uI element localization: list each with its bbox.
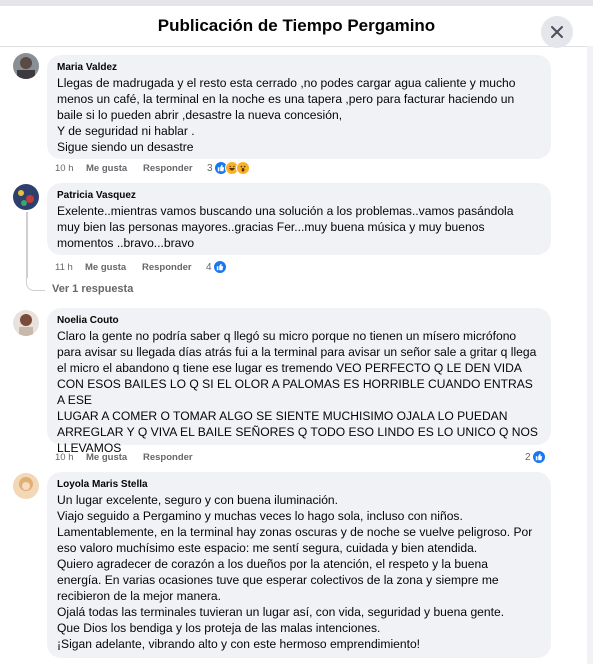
reactions-summary[interactable]: 4 — [206, 260, 227, 274]
avatar-image — [13, 184, 39, 210]
reactions-summary[interactable]: 3 — [207, 161, 250, 175]
reactions-count: 3 — [207, 162, 213, 174]
comment-time[interactable]: 11 h — [55, 261, 73, 275]
thread-line — [26, 212, 28, 278]
comment-author[interactable]: Patricia Vasquez — [57, 189, 541, 203]
wow-icon — [235, 161, 250, 175]
comment-time[interactable]: 10 h — [55, 451, 74, 465]
comment-bubble: Maria Valdez Llegas de madrugada y el re… — [47, 55, 551, 159]
view-replies-link[interactable]: Ver 1 respuesta — [52, 283, 133, 295]
comment-time[interactable]: 10 h — [55, 162, 74, 176]
like-button[interactable]: Me gusta — [85, 261, 126, 275]
comment-text: Llegas de madrugada y el resto esta cerr… — [57, 76, 516, 154]
reply-button[interactable]: Responder — [142, 261, 192, 275]
like-button[interactable]: Me gusta — [86, 451, 127, 465]
reactions-count: 4 — [206, 261, 212, 273]
comment-bubble: Noelia Couto Claro la gente no podría sa… — [47, 308, 551, 455]
scrollbar[interactable] — [587, 46, 593, 664]
avatar-image — [13, 53, 39, 79]
comment-author[interactable]: Noelia Couto — [57, 314, 541, 328]
avatar[interactable] — [13, 184, 39, 210]
avatar[interactable] — [13, 310, 39, 336]
comment-text: Un lugar excelente, seguro y con buena i… — [57, 493, 533, 651]
reply-button[interactable]: Responder — [143, 162, 193, 176]
close-button[interactable] — [541, 16, 573, 48]
avatar-image — [13, 473, 39, 499]
comment-author[interactable]: Maria Valdez — [57, 61, 541, 75]
reply-connector — [26, 278, 45, 291]
reactions-summary[interactable]: 2 — [525, 450, 546, 464]
reply-button[interactable]: Responder — [143, 451, 193, 465]
reactions-count: 2 — [525, 451, 531, 463]
dialog-title: Publicación de Tiempo Pergamino — [157, 16, 436, 35]
comment-bubble: Loyola Maris Stella Un lugar excelente, … — [47, 472, 551, 658]
comment-actions: 10 h Me gusta Responder — [55, 451, 255, 465]
comment-text: Exelente..mientras vamos buscando una so… — [57, 204, 514, 250]
like-icon — [531, 450, 546, 464]
avatar[interactable] — [13, 53, 39, 79]
like-icon — [212, 260, 227, 274]
like-button[interactable]: Me gusta — [86, 162, 127, 176]
avatar[interactable] — [13, 473, 39, 499]
avatar-image — [13, 310, 39, 336]
comment-author[interactable]: Loyola Maris Stella — [57, 478, 541, 492]
comment-bubble: Patricia Vasquez Exelente..mientras vamo… — [47, 183, 551, 255]
comment-text: Claro la gente no podría saber q llegó s… — [57, 329, 538, 455]
close-icon — [551, 26, 563, 38]
dialog-header: Publicación de Tiempo Pergamino — [0, 6, 593, 48]
